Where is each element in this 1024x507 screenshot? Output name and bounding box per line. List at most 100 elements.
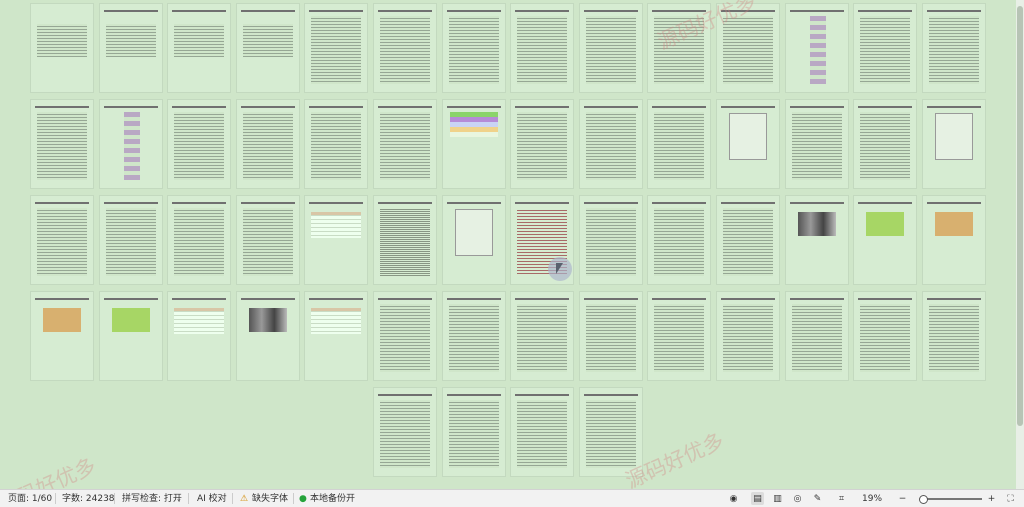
page-header-line	[446, 394, 501, 396]
page-thumbnail[interactable]	[716, 195, 780, 285]
page-thumbnail[interactable]	[716, 291, 780, 381]
page-thumbnail[interactable]	[304, 291, 369, 381]
page-thumbnail[interactable]	[373, 3, 437, 93]
page-thumbnail[interactable]	[578, 3, 643, 93]
page-thumbnail[interactable]	[647, 99, 712, 189]
zoom-level[interactable]: 19%	[862, 493, 882, 505]
vertical-scrollbar[interactable]	[1016, 0, 1024, 490]
zoom-in-icon[interactable]: +	[985, 492, 998, 505]
page-thumbnail[interactable]	[235, 99, 300, 189]
page-thumbnail[interactable]	[30, 195, 94, 285]
page-header-line	[789, 10, 844, 12]
page-thumbnail[interactable]	[921, 291, 986, 381]
page-thumbnail[interactable]	[441, 3, 506, 93]
page-count[interactable]: 页面: 1/60	[8, 493, 52, 505]
page-thumbnail[interactable]	[235, 195, 300, 285]
page-thumbnail[interactable]	[30, 3, 94, 93]
page-thumbnail[interactable]	[441, 387, 506, 477]
page-thumbnail[interactable]	[510, 291, 575, 381]
fit-page-icon[interactable]: ⌗	[835, 492, 848, 505]
page-thumbnail[interactable]	[784, 99, 849, 189]
web-view-icon[interactable]: ◎	[791, 492, 804, 505]
page-header-line	[309, 106, 364, 108]
zoom-slider[interactable]	[922, 498, 982, 500]
document-thumbnail-workspace[interactable]: 源码好优多 源码好优多 源码好优多	[0, 0, 1016, 490]
page-header-line	[309, 298, 364, 300]
page-thumbnail[interactable]	[235, 291, 300, 381]
fullscreen-icon[interactable]: ⛶	[1004, 492, 1017, 505]
page-thumbnail[interactable]	[784, 195, 849, 285]
page-thumbnail[interactable]	[921, 99, 986, 189]
page-text-lines	[380, 400, 430, 468]
reading-mode-icon[interactable]: ◉	[727, 492, 740, 505]
page-thumbnail[interactable]	[853, 291, 918, 381]
page-thumbnail[interactable]	[98, 291, 163, 381]
page-text-lines	[585, 112, 636, 180]
spellcheck-status[interactable]: 拼写检查: 打开	[122, 493, 182, 505]
page-thumbnail[interactable]	[921, 195, 986, 285]
page-thumbnail[interactable]	[441, 291, 506, 381]
missing-fonts-button[interactable]: 缺失字体	[252, 493, 288, 505]
page-thumbnail[interactable]	[167, 3, 232, 93]
book-view-icon[interactable]: ▥	[771, 492, 784, 505]
write-mode-icon[interactable]: ✎	[811, 492, 824, 505]
page-text-lines	[928, 16, 979, 84]
page-header-line	[35, 106, 89, 108]
page-thumbnail[interactable]	[373, 291, 437, 381]
page-header-line	[172, 106, 227, 108]
local-backup-status[interactable]: 本地备份开	[310, 493, 355, 505]
scrollbar-thumb[interactable]	[1017, 6, 1023, 426]
page-thumbnail[interactable]	[373, 99, 437, 189]
page-thumbnail[interactable]	[373, 387, 437, 477]
page-thumbnail[interactable]	[167, 195, 232, 285]
page-thumbnail[interactable]	[784, 291, 849, 381]
page-view-icon[interactable]: ▤	[751, 492, 764, 505]
page-thumbnail[interactable]	[98, 195, 163, 285]
page-image	[866, 212, 905, 236]
page-text-lines	[380, 112, 430, 180]
page-thumbnail[interactable]	[510, 3, 575, 93]
page-thumbnail[interactable]	[98, 3, 163, 93]
page-text-lines	[380, 208, 430, 276]
page-thumbnail[interactable]	[853, 99, 918, 189]
page-thumbnail[interactable]	[30, 99, 94, 189]
page-thumbnail[interactable]	[510, 387, 575, 477]
page-thumbnail[interactable]	[578, 99, 643, 189]
page-thumbnail[interactable]	[441, 195, 506, 285]
page-thumbnail[interactable]	[304, 3, 369, 93]
word-count[interactable]: 字数: 24238	[62, 493, 115, 505]
page-text-lines	[174, 112, 225, 180]
page-thumbnail[interactable]	[578, 291, 643, 381]
page-thumbnail[interactable]	[98, 99, 163, 189]
page-thumbnail[interactable]	[510, 99, 575, 189]
page-thumbnail[interactable]	[853, 195, 918, 285]
page-thumbnail[interactable]	[373, 195, 437, 285]
zoom-out-icon[interactable]: −	[896, 492, 909, 505]
page-header-line	[172, 202, 227, 204]
page-header-line	[103, 10, 158, 12]
page-thumbnail[interactable]	[30, 291, 94, 381]
page-header-line	[240, 106, 295, 108]
spellcheck-dropdown-icon[interactable]: ⌄	[176, 493, 182, 505]
page-header-line	[309, 202, 364, 204]
page-text-lines	[311, 112, 362, 180]
page-thumbnail[interactable]	[167, 99, 232, 189]
page-thumbnail[interactable]	[853, 3, 918, 93]
page-thumbnail[interactable]	[784, 3, 849, 93]
page-thumbnail[interactable]	[647, 291, 712, 381]
page-thumbnail[interactable]	[235, 3, 300, 93]
page-text-lines	[585, 304, 636, 372]
page-header-line	[103, 106, 158, 108]
zoom-slider-handle[interactable]	[919, 495, 928, 504]
page-thumbnail[interactable]	[716, 99, 780, 189]
page-thumbnail[interactable]	[304, 195, 369, 285]
page-thumbnail[interactable]	[578, 195, 643, 285]
page-thumbnail[interactable]	[441, 99, 506, 189]
ai-proofread-button[interactable]: AI 校对	[197, 493, 227, 505]
page-thumbnail[interactable]	[921, 3, 986, 93]
page-text-lines	[174, 208, 225, 276]
page-thumbnail[interactable]	[647, 195, 712, 285]
page-thumbnail[interactable]	[304, 99, 369, 189]
page-thumbnail[interactable]	[167, 291, 232, 381]
page-header-line	[652, 202, 707, 204]
